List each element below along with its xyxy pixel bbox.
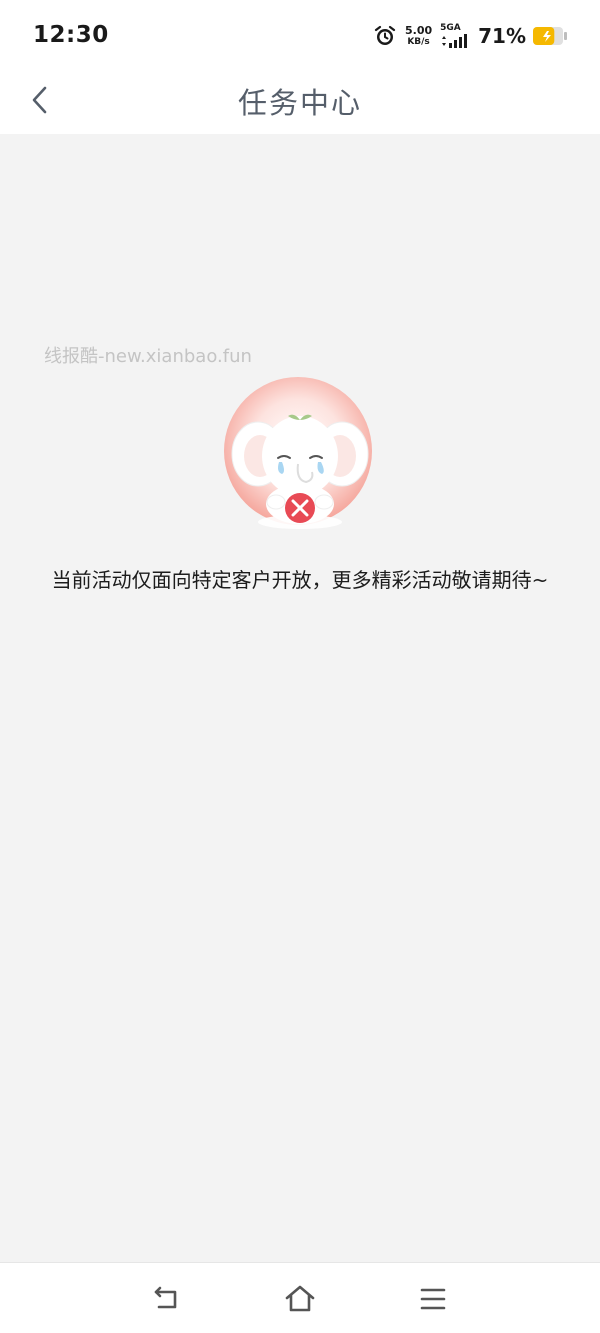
system-home-button[interactable] [284, 1283, 316, 1315]
home-icon [285, 1285, 315, 1312]
network-speed-unit: KB/s [407, 37, 430, 47]
system-navigation-bar [0, 1262, 600, 1333]
signal-indicator: 5GA [440, 24, 470, 48]
signal-icon [442, 34, 468, 48]
watermark-text: 线报酷-new.xianbao.fun [44, 346, 252, 367]
status-bar: 12:30 5.00 KB/s 5GA 71% [0, 0, 600, 66]
menu-icon [420, 1288, 446, 1310]
status-icons: 5.00 KB/s 5GA 71% [373, 22, 568, 50]
empty-state-message: 当前活动仅面向特定客户开放，更多精彩活动敬请期待~ [51, 568, 549, 592]
status-time: 12:30 [33, 22, 109, 48]
main-content: 线报酷-new.xianbao.fun 当前活动仅面向特定客户开放，更多精彩活动… [0, 134, 600, 1262]
network-type: 5GA [440, 23, 461, 33]
battery-icon [533, 27, 567, 45]
network-speed: 5.00 KB/s [405, 25, 432, 47]
battery-percent: 71% [478, 24, 526, 48]
page-title: 任务中心 [237, 86, 362, 120]
network-speed-value: 5.00 [404, 24, 433, 37]
back-arrow-icon [154, 1286, 177, 1309]
navigation-bar: 任务中心 [0, 66, 600, 134]
crying-elephant-icon [224, 377, 372, 529]
system-menu-button[interactable] [417, 1283, 449, 1315]
alarm-icon [374, 25, 396, 45]
system-back-button[interactable] [150, 1283, 182, 1315]
